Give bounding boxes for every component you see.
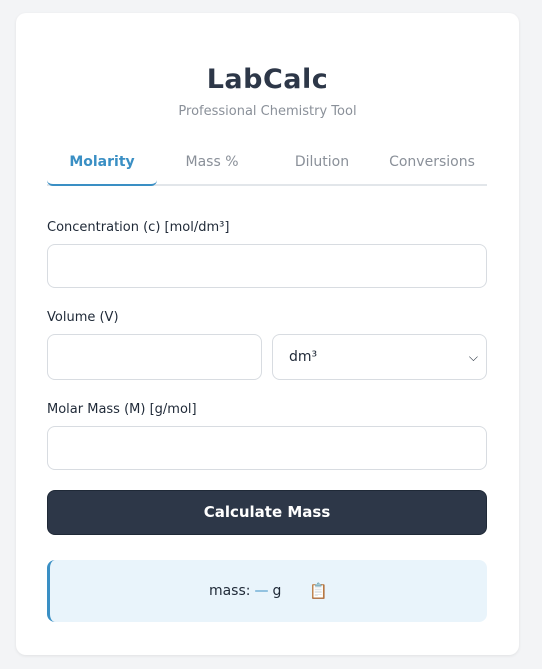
clipboard-icon[interactable]: 📋 <box>309 582 328 600</box>
volume-unit-value: dm³ <box>289 349 318 365</box>
volume-unit-select[interactable]: dm³ ⌵ <box>272 334 487 380</box>
concentration-input[interactable] <box>47 244 487 288</box>
molar-mass-label: Molar Mass (M) [g/mol] <box>47 402 197 417</box>
tab-dilution[interactable]: Dilution <box>267 150 377 186</box>
volume-label: Volume (V) <box>47 310 119 325</box>
concentration-label: Concentration (c) [mol/dm³] <box>47 220 230 235</box>
molar-mass-input[interactable] <box>47 426 487 470</box>
result-label: mass: <box>208 583 251 599</box>
result-panel: mass: — g 📋 <box>47 560 487 622</box>
calculator-tabs: Molarity Mass % Dilution Conversions <box>47 150 487 186</box>
tab-conversions[interactable]: Conversions <box>377 150 487 186</box>
app-subtitle: Professional Chemistry Tool <box>178 104 357 119</box>
volume-input[interactable] <box>47 334 262 380</box>
chevron-down-icon: ⌵ <box>468 350 478 364</box>
calculate-mass-button[interactable]: Calculate Mass <box>47 490 487 535</box>
tab-mass-percent[interactable]: Mass % <box>157 150 267 186</box>
result-unit: g <box>272 583 282 599</box>
app-title: LabCalc <box>206 64 329 95</box>
tab-molarity[interactable]: Molarity <box>47 150 157 186</box>
result-value: — <box>254 583 269 599</box>
